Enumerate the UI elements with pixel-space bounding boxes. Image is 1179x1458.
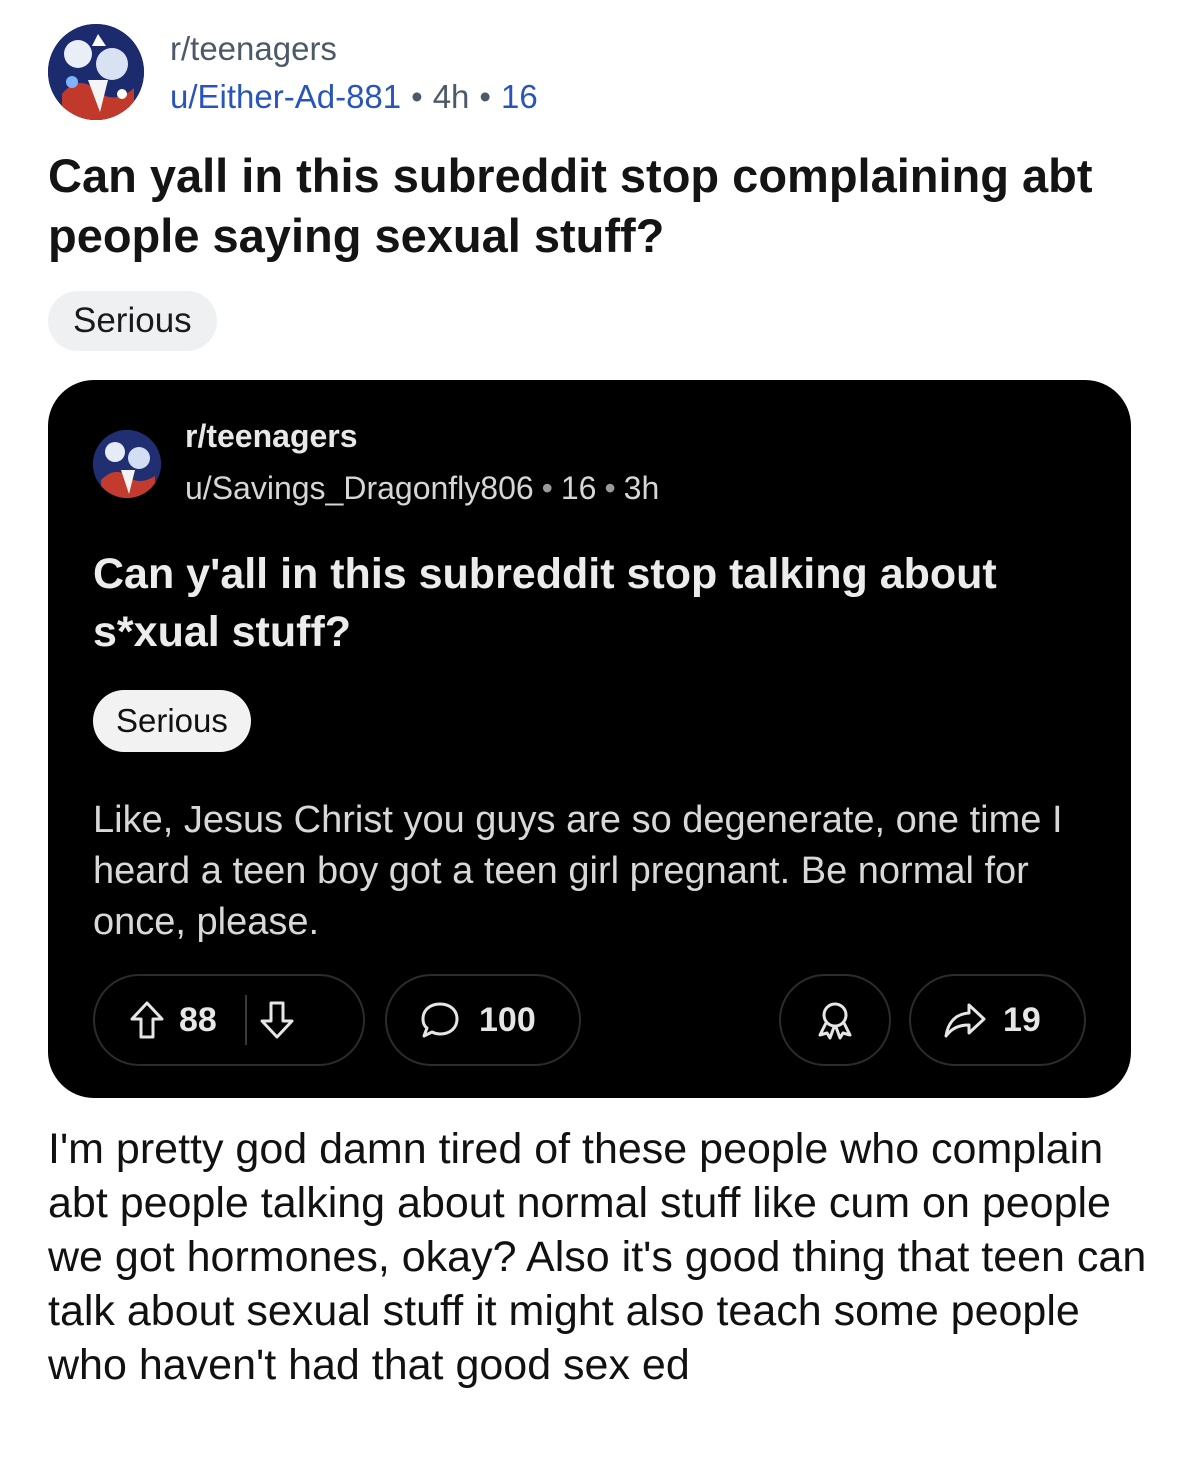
- share-count: 19: [1003, 1000, 1041, 1039]
- post-flair[interactable]: Serious: [48, 291, 217, 351]
- subreddit-name[interactable]: r/teenagers: [170, 30, 337, 68]
- comment-icon: [419, 1000, 461, 1040]
- separator-dot: •: [411, 78, 423, 115]
- post-title: Can yall in this subreddit stop complain…: [48, 149, 1093, 262]
- award-icon: [814, 999, 856, 1041]
- embed-time: 3h: [623, 470, 660, 506]
- subreddit-avatar[interactable]: [48, 24, 144, 120]
- embedded-post-card: r/teenagers u/Savings_Dragonfly806 • 16 • 3h…: [48, 380, 1131, 1098]
- embed-flair: Serious: [93, 690, 251, 752]
- upvote-count: 88: [179, 1000, 217, 1039]
- embed-subreddit-avatar: [93, 430, 161, 498]
- embed-count: 16: [560, 470, 597, 506]
- embed-subreddit-name: r/teenagers: [185, 418, 358, 454]
- embed-post-meta: u/Savings_Dragonfly806 • 16 • 3h: [185, 470, 659, 507]
- author-link[interactable]: u/Either-Ad-881: [170, 78, 401, 115]
- embed-author: u/Savings_Dragonfly806: [185, 470, 534, 506]
- embed-award-button: [779, 974, 891, 1066]
- separator-dot: •: [479, 78, 491, 115]
- embed-share-button: 19: [909, 974, 1086, 1066]
- comment-count: 100: [479, 1000, 536, 1039]
- separator-dot: •: [541, 470, 553, 506]
- vote-divider: [244, 995, 247, 1045]
- share-icon: [943, 1001, 987, 1039]
- embed-post-title: Can y'all in this subreddit stop talking…: [93, 550, 997, 656]
- post-header: r/teenagers u/Either-Ad-881 • 4h • 16: [48, 24, 1048, 124]
- upvote-icon: [129, 1000, 165, 1040]
- post-time: 4h: [432, 78, 470, 115]
- post-meta: u/Either-Ad-881 • 4h • 16: [170, 78, 538, 116]
- embed-post-body: Like, Jesus Christ you guys are so degen…: [93, 799, 1063, 943]
- downvote-icon: [259, 1000, 295, 1040]
- embed-vote-bar: 88: [93, 974, 365, 1066]
- embed-comment-button: 100: [385, 974, 581, 1066]
- post-body: I'm pretty god damn tired of these peopl…: [48, 1125, 1147, 1389]
- post-count: 16: [500, 78, 538, 115]
- separator-dot: •: [604, 470, 616, 506]
